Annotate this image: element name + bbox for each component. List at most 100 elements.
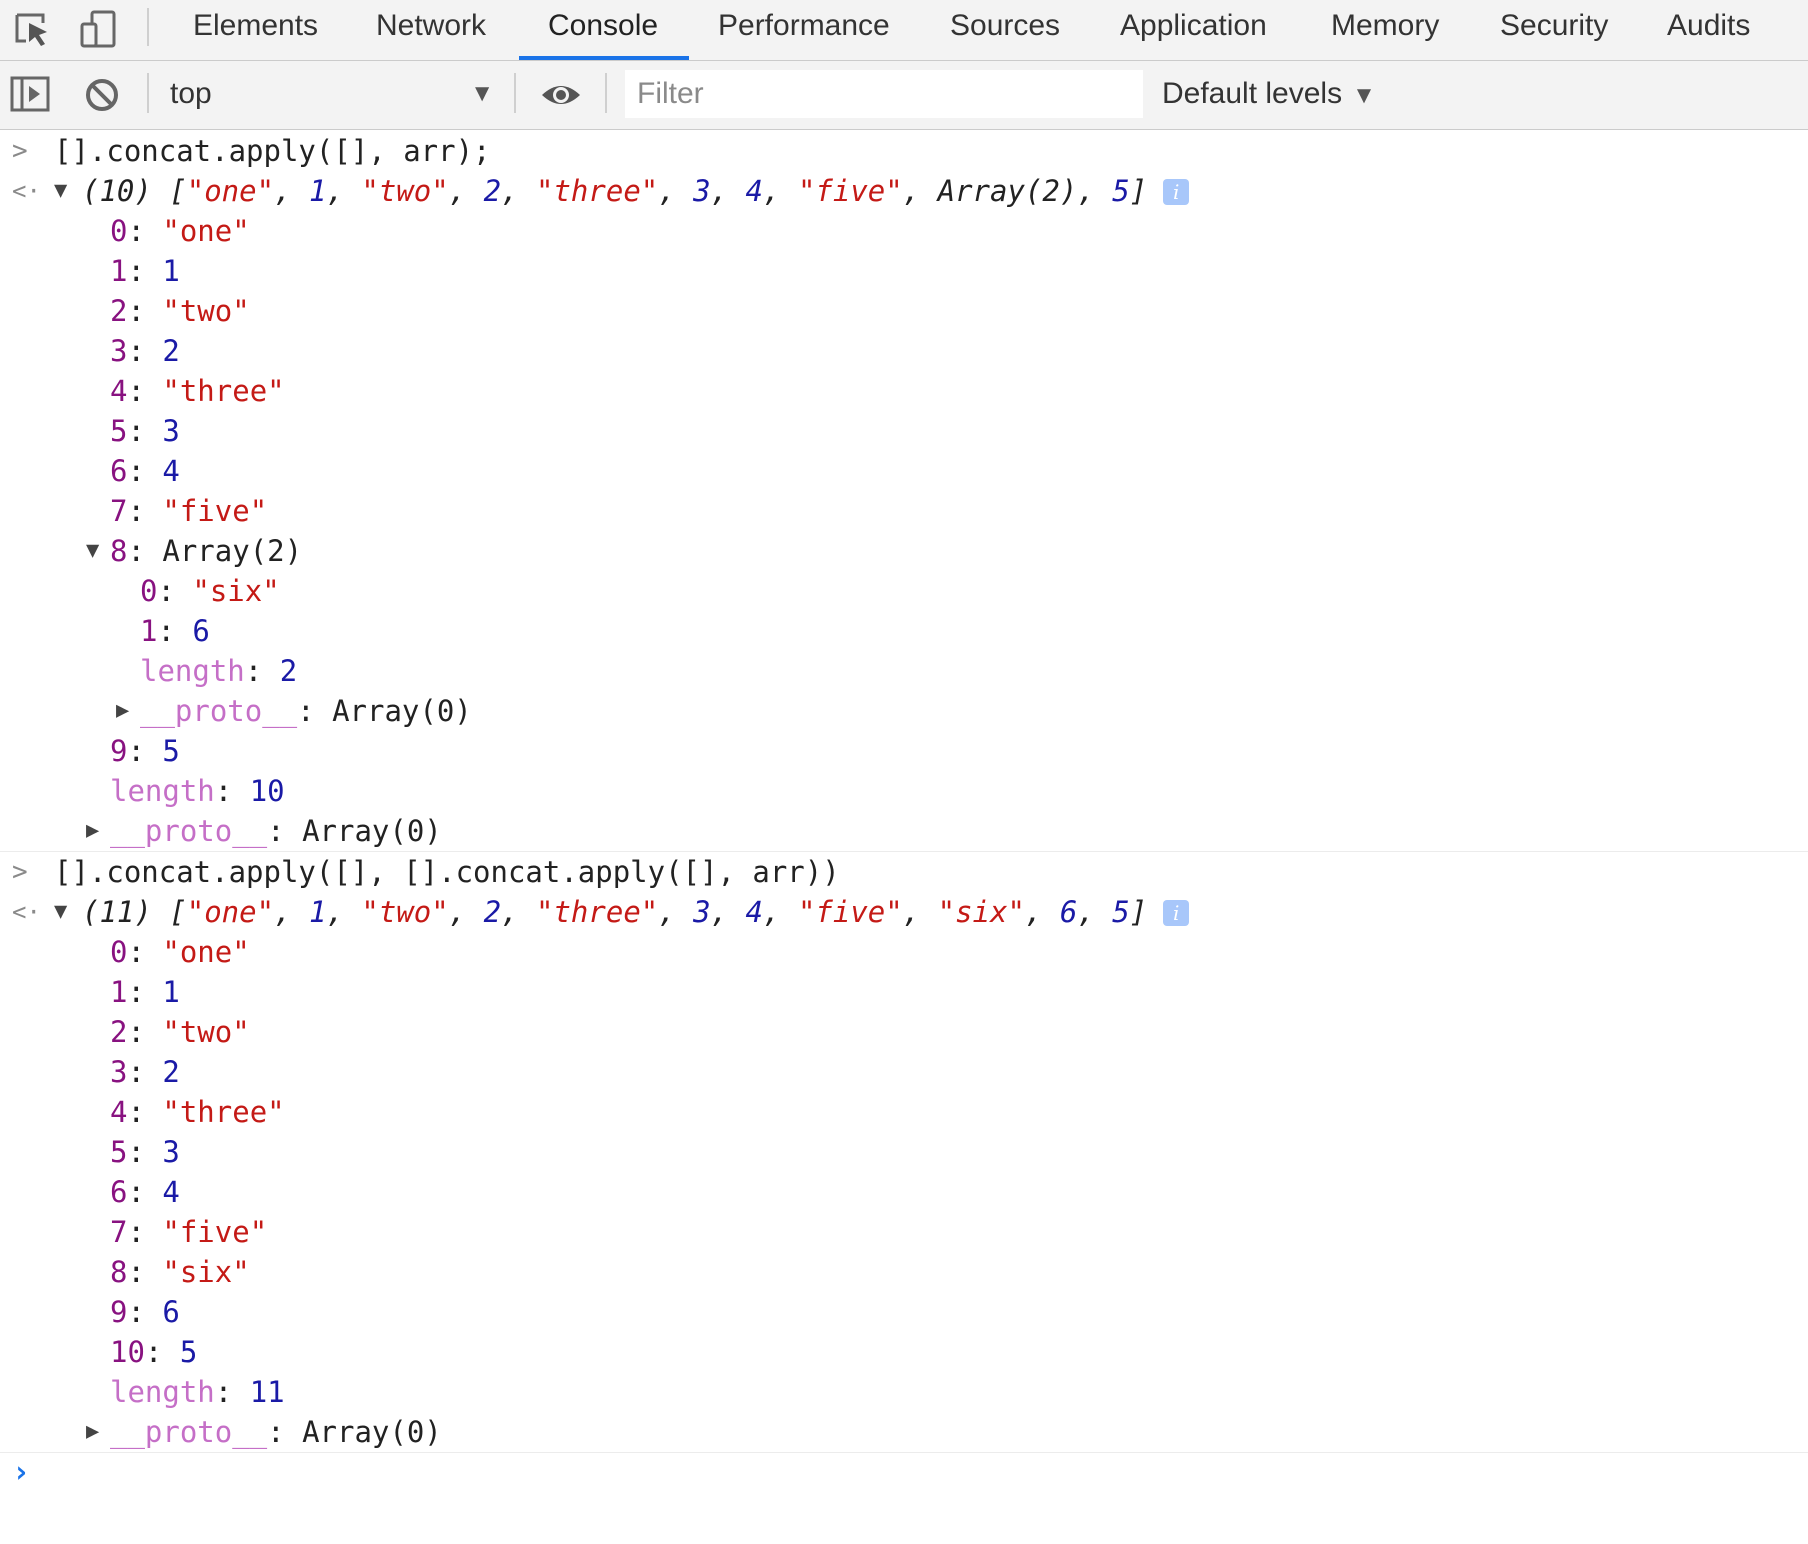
property-row: 4: "three"	[0, 1092, 1808, 1132]
key-separator: :	[127, 1015, 163, 1049]
info-icon[interactable]: i	[1163, 900, 1190, 926]
tab-security[interactable]: Security	[1500, 0, 1608, 61]
key-separator: :	[127, 294, 163, 328]
key-separator: :	[157, 614, 193, 648]
property-entry: 8: Array(2)	[110, 531, 302, 571]
property-value: 11	[249, 1375, 285, 1409]
execution-context-value: top	[170, 77, 212, 110]
property-entry: 2: "two"	[110, 1012, 250, 1052]
prompt-caret-icon: ›	[12, 1455, 31, 1490]
property-key: 5	[110, 414, 128, 448]
key-separator: :	[127, 1055, 163, 1089]
property-row[interactable]: ▼ 8: Array(2)	[0, 531, 1808, 571]
console-result-line[interactable]: <· ▼ (10) ["one", 1, "two", 2, "three", 3,…	[0, 171, 1808, 211]
property-entry: 4: "three"	[110, 1092, 285, 1132]
property-row: 0: "six"	[0, 571, 1808, 611]
property-row[interactable]: ▶ __proto__: Array(0)	[0, 691, 1808, 731]
preview-item: 5	[1112, 174, 1130, 208]
tab-console[interactable]: Console	[548, 0, 658, 61]
property-value: 3	[162, 1135, 180, 1169]
property-row[interactable]: ▶ __proto__: Array(0)	[0, 1412, 1808, 1452]
property-entry: 5: 3	[110, 1132, 180, 1172]
live-expression-eye-icon[interactable]	[539, 73, 583, 117]
console-command[interactable]: [].concat.apply([], [].concat.apply([], …	[54, 852, 840, 892]
inspect-element-icon[interactable]	[12, 8, 56, 52]
property-row: 0: "one"	[0, 211, 1808, 251]
preview-item: 2	[483, 174, 502, 208]
property-entry: 7: "five"	[110, 491, 267, 531]
property-entry: 6: 4	[110, 1172, 180, 1212]
console-input-line: > [].concat.apply([], [].concat.apply([],…	[0, 852, 1808, 892]
tab-performance[interactable]: Performance	[718, 0, 890, 61]
preview-item: "two"	[361, 174, 449, 208]
property-row: 1: 1	[0, 251, 1808, 291]
property-key: 10	[110, 1335, 145, 1369]
property-key: 6	[110, 454, 128, 488]
preview-item: 3	[693, 174, 711, 208]
tab-bar-divider	[147, 8, 149, 46]
property-entry: 10: 5	[110, 1332, 197, 1372]
collapse-triangle-icon[interactable]: ▶	[86, 1412, 99, 1452]
array-length-preview: (11)	[82, 895, 152, 929]
array-preview[interactable]: (10) ["one", 1, "two", 2, "three", 3, 4,…	[82, 171, 1190, 211]
expand-triangle-icon[interactable]: ▼	[86, 531, 99, 571]
array-length-preview: (10)	[82, 174, 152, 208]
key-separator: :	[127, 214, 163, 248]
tab-application[interactable]: Application	[1120, 0, 1267, 61]
property-row: 2: "two"	[0, 1012, 1808, 1052]
show-sidebar-icon[interactable]	[9, 73, 53, 117]
tab-sources[interactable]: Sources	[950, 0, 1060, 61]
expand-triangle-icon[interactable]: ▼	[54, 892, 67, 932]
key-separator: :	[214, 774, 250, 808]
property-key: 2	[110, 294, 128, 328]
expand-triangle-icon[interactable]: ▼	[54, 171, 67, 211]
property-key: 9	[110, 734, 128, 768]
property-value: "three"	[162, 1095, 285, 1129]
property-value: 6	[192, 614, 210, 648]
property-row: 5: 3	[0, 411, 1808, 451]
log-levels-dropdown[interactable]: Default levels ▼	[1162, 69, 1376, 119]
preview-item: 1	[309, 895, 327, 929]
property-key: length	[110, 1375, 215, 1409]
property-entry: 5: 3	[110, 411, 180, 451]
property-value: "six"	[192, 574, 280, 608]
tab-memory[interactable]: Memory	[1331, 0, 1439, 61]
property-key: 3	[110, 334, 128, 368]
key-separator: :	[127, 935, 163, 969]
property-row[interactable]: ▶ __proto__: Array(0)	[0, 811, 1808, 851]
console-command[interactable]: [].concat.apply([], arr);	[54, 131, 491, 171]
filter-input[interactable]	[625, 70, 1143, 118]
info-icon[interactable]: i	[1163, 179, 1190, 205]
property-entry: 1: 6	[140, 611, 210, 651]
property-key: 0	[110, 935, 128, 969]
prompt-chevron-icon: >	[12, 857, 28, 887]
prompt-chevron-icon: >	[12, 136, 28, 166]
array-preview[interactable]: (11) ["one", 1, "two", 2, "three", 3, 4,…	[82, 892, 1190, 932]
tab-elements[interactable]: Elements	[193, 0, 318, 61]
property-value: 1	[162, 975, 180, 1009]
clear-console-icon[interactable]	[80, 73, 124, 117]
console-output: > [].concat.apply([], arr); <· ▼ (10) ["one"…	[0, 131, 1808, 1544]
key-separator: :	[127, 1255, 163, 1289]
property-value: 4	[162, 454, 180, 488]
collapse-triangle-icon[interactable]: ▶	[116, 691, 129, 731]
execution-context-select[interactable]: top ▼	[170, 69, 494, 119]
property-entry: __proto__: Array(0)	[110, 811, 442, 851]
property-key: 4	[110, 1095, 128, 1129]
console-input-line: > [].concat.apply([], arr);	[0, 131, 1808, 171]
console-result-line[interactable]: <· ▼ (11) ["one", 1, "two", 2, "three", 3,…	[0, 892, 1808, 932]
property-row: 5: 3	[0, 1132, 1808, 1172]
console-prompt[interactable]: ›	[0, 1453, 1808, 1503]
property-entry: 9: 5	[110, 731, 180, 771]
tab-audits[interactable]: Audits	[1667, 0, 1750, 61]
device-toolbar-icon[interactable]	[78, 8, 122, 52]
property-key: 5	[110, 1135, 128, 1169]
property-value: 6	[162, 1295, 180, 1329]
property-entry: 9: 6	[110, 1292, 180, 1332]
key-separator: :	[127, 494, 163, 528]
tab-network[interactable]: Network	[376, 0, 486, 61]
key-separator: :	[127, 1135, 163, 1169]
property-row: 9: 6	[0, 1292, 1808, 1332]
property-key: __proto__	[110, 1415, 268, 1449]
collapse-triangle-icon[interactable]: ▶	[86, 811, 99, 851]
